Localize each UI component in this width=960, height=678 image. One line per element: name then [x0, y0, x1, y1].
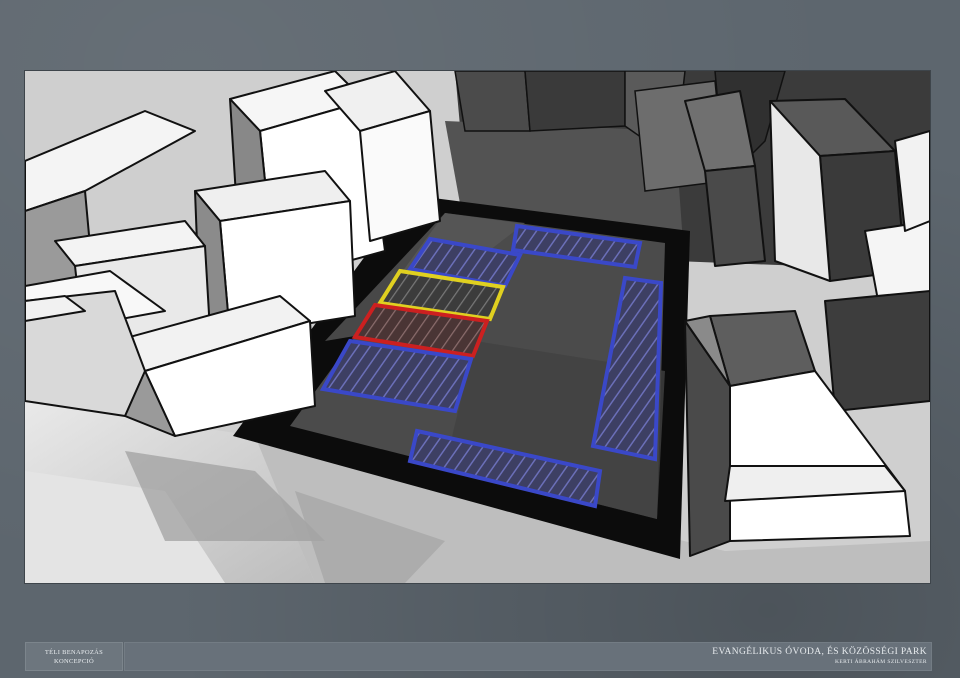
- concept-label-line2: KONCEPCIÓ: [54, 657, 94, 665]
- concept-label-box: TÉLI BENAPOZÁS KONCEPCIÓ: [25, 642, 123, 671]
- concept-label-line1: TÉLI BENAPOZÁS: [44, 648, 104, 656]
- project-info: EVANGÉLIKUS ÓVODA, ÉS KÖZÖSSÉGI PARK KER…: [712, 646, 927, 666]
- site-model-drawing: [25, 71, 930, 583]
- author-name: KERTI ÁBRAHÁM SZILVESZTER: [835, 659, 927, 665]
- shadow-study-render: [25, 71, 930, 583]
- project-title: EVANGÉLIKUS ÓVODA, ÉS KÖZÖSSÉGI PARK: [712, 647, 927, 657]
